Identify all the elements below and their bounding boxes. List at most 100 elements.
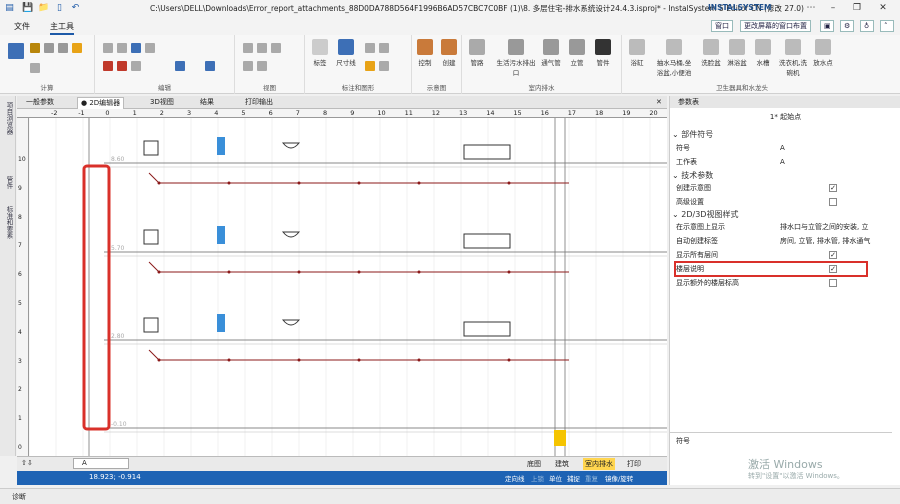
- window-layout-button[interactable]: 更改屏幕的窗口布置: [740, 20, 811, 32]
- group-annotation: 标签 尺寸线 标注和图形: [305, 35, 412, 94]
- mode-mirror-rotate[interactable]: 镜像/旋转: [605, 473, 633, 483]
- row-create-schematic[interactable]: 创建示意图 ✓: [676, 182, 881, 194]
- row-advanced[interactable]: 高级设置: [676, 196, 881, 208]
- tool-icon[interactable]: [44, 43, 54, 53]
- tab-general-params[interactable]: 一般参数: [23, 97, 57, 109]
- row-show-on-schematic[interactable]: 在示意图上显示 排水口与立管之间的安装, 立: [676, 221, 881, 233]
- open-icon[interactable]: 📁: [38, 3, 49, 14]
- tab-print-output[interactable]: 打印输出: [242, 97, 276, 109]
- new-icon[interactable]: ▯: [54, 3, 65, 14]
- mode-orientation[interactable]: 定向线: [505, 473, 525, 483]
- help-icon[interactable]: ♁: [860, 20, 874, 32]
- row-worksheet[interactable]: 工作表 A: [676, 156, 881, 168]
- mode-snap[interactable]: 捕捉: [567, 473, 580, 483]
- tool-icon[interactable]: [365, 61, 375, 71]
- tab-building[interactable]: 建筑: [555, 459, 569, 469]
- pipe-button[interactable]: 管路: [466, 39, 488, 67]
- row-extra-levels[interactable]: 显示额外的楼层标高: [676, 277, 881, 289]
- riser-button[interactable]: 立管: [566, 39, 588, 67]
- row-symbol[interactable]: 符号 A: [676, 142, 881, 154]
- checkbox[interactable]: ✓: [829, 184, 837, 192]
- tool-icon[interactable]: [131, 61, 141, 71]
- maximize-button[interactable]: ❐: [846, 2, 868, 15]
- toilet-button[interactable]: 抽水马桶,坐浴盆,小便池: [654, 39, 694, 77]
- collapse-ribbon-icon[interactable]: ˄: [880, 20, 894, 32]
- mode-lock[interactable]: 上锁: [531, 473, 544, 483]
- tool-icon[interactable]: [131, 43, 141, 53]
- create-button[interactable]: 创建: [438, 39, 460, 67]
- sink-button[interactable]: 水槽: [752, 39, 774, 67]
- bathtub-button[interactable]: 浴缸: [626, 39, 648, 67]
- checkbox[interactable]: [829, 198, 837, 206]
- close-button[interactable]: ✕: [872, 2, 894, 15]
- tool-icon[interactable]: [379, 43, 389, 53]
- tab-fittings[interactable]: 管件: [2, 176, 14, 189]
- tool-icon[interactable]: [145, 43, 155, 53]
- tab-print[interactable]: 打印: [627, 459, 641, 469]
- cut-icon[interactable]: [103, 61, 113, 71]
- label-button[interactable]: 标签: [309, 39, 331, 67]
- tab-results[interactable]: 结果: [197, 97, 217, 109]
- tool-icon[interactable]: [379, 61, 389, 71]
- mode-units[interactable]: 单位: [549, 473, 562, 483]
- section-component-symbol[interactable]: ⌄ 部件符号: [672, 129, 713, 140]
- zoom-all-icon[interactable]: [243, 61, 253, 71]
- shower-button[interactable]: 淋浴盆: [726, 39, 748, 67]
- fitting-button[interactable]: 管件: [592, 39, 614, 67]
- washer-button[interactable]: 洗衣机,洗碗机: [778, 39, 808, 77]
- paste-icon[interactable]: [117, 43, 127, 53]
- options-icon[interactable]: ⋯: [800, 2, 822, 15]
- tab-standards[interactable]: 标准和要素: [2, 206, 14, 239]
- tab-2d-editor[interactable]: ● 2D编辑器: [77, 97, 125, 109]
- delete-icon[interactable]: [117, 61, 127, 71]
- zoom-in-icon[interactable]: [243, 43, 253, 53]
- tab-project-browser[interactable]: 项目浏览器: [2, 102, 14, 135]
- tab-indoor-drainage[interactable]: 室内排水: [583, 458, 615, 470]
- zoom-out-icon[interactable]: [257, 43, 267, 53]
- settings-icon[interactable]: ⚙: [840, 20, 854, 32]
- checkbox[interactable]: ✓: [829, 265, 837, 273]
- tool-icon[interactable]: [30, 43, 40, 53]
- drawing-svg[interactable]: 8.60 5.70 2.80 -0.10: [29, 118, 667, 456]
- vent-pipe-button[interactable]: 通气管: [540, 39, 562, 67]
- menu-main-tools[interactable]: 主工具: [50, 21, 74, 35]
- window-dropdown[interactable]: 窗口: [711, 20, 733, 32]
- layer-select[interactable]: A: [73, 458, 129, 469]
- level-label: 2.80: [111, 333, 125, 340]
- mode-repeat[interactable]: 重复: [585, 473, 598, 483]
- zoom-window-icon[interactable]: [271, 43, 281, 53]
- nav-arrows-icon[interactable]: ⇧⇩: [21, 459, 33, 467]
- minimize-button[interactable]: –: [822, 2, 844, 15]
- undo-icon[interactable]: ↶: [70, 3, 81, 14]
- row-show-all-floors[interactable]: 显示所有层间 ✓: [676, 249, 881, 261]
- tool-icon[interactable]: [58, 43, 68, 53]
- window-icon[interactable]: ▣: [820, 20, 834, 32]
- tool-icon[interactable]: [175, 61, 185, 71]
- checkbox[interactable]: [829, 279, 837, 287]
- tool-icon[interactable]: [205, 61, 215, 71]
- tool-icon[interactable]: [365, 43, 375, 53]
- row-auto-labels[interactable]: 自动创建标签 房间, 立管, 排水管, 排水通气: [676, 235, 881, 247]
- tool-icon[interactable]: [30, 63, 40, 73]
- dimension-button[interactable]: 尺寸线: [335, 39, 357, 67]
- control-button[interactable]: 控制: [414, 39, 436, 67]
- calc-icon[interactable]: [8, 43, 24, 59]
- section-view-style[interactable]: ⌄ 2D/3D视图样式: [672, 209, 738, 220]
- menu-file[interactable]: 文件: [14, 21, 30, 32]
- zoom-prev-icon[interactable]: [257, 61, 267, 71]
- copy-icon[interactable]: [103, 43, 113, 53]
- drain-point-button[interactable]: 放水点: [812, 39, 834, 67]
- drawing-canvas[interactable]: 8.60 5.70 2.80 -0.10: [29, 118, 667, 456]
- tool-icon[interactable]: [72, 43, 82, 53]
- washbasin-button[interactable]: 洗脸盆: [700, 39, 722, 67]
- sewage-outlet-button[interactable]: 生活污水排出口: [496, 39, 536, 77]
- group-edit: 编辑: [95, 35, 235, 94]
- close-doc-icon[interactable]: ✕: [653, 97, 665, 109]
- tab-diagnostics[interactable]: 诊断: [12, 492, 26, 502]
- tab-base-plan[interactable]: 底图: [527, 459, 541, 469]
- tab-3d-view[interactable]: 3D视图: [147, 97, 177, 109]
- save-icon[interactable]: 💾: [22, 3, 33, 14]
- checkbox[interactable]: ✓: [829, 251, 837, 259]
- row-floor-description[interactable]: 楼层说明 ✓: [674, 261, 868, 277]
- section-tech-params[interactable]: ⌄ 技术参数: [672, 170, 713, 181]
